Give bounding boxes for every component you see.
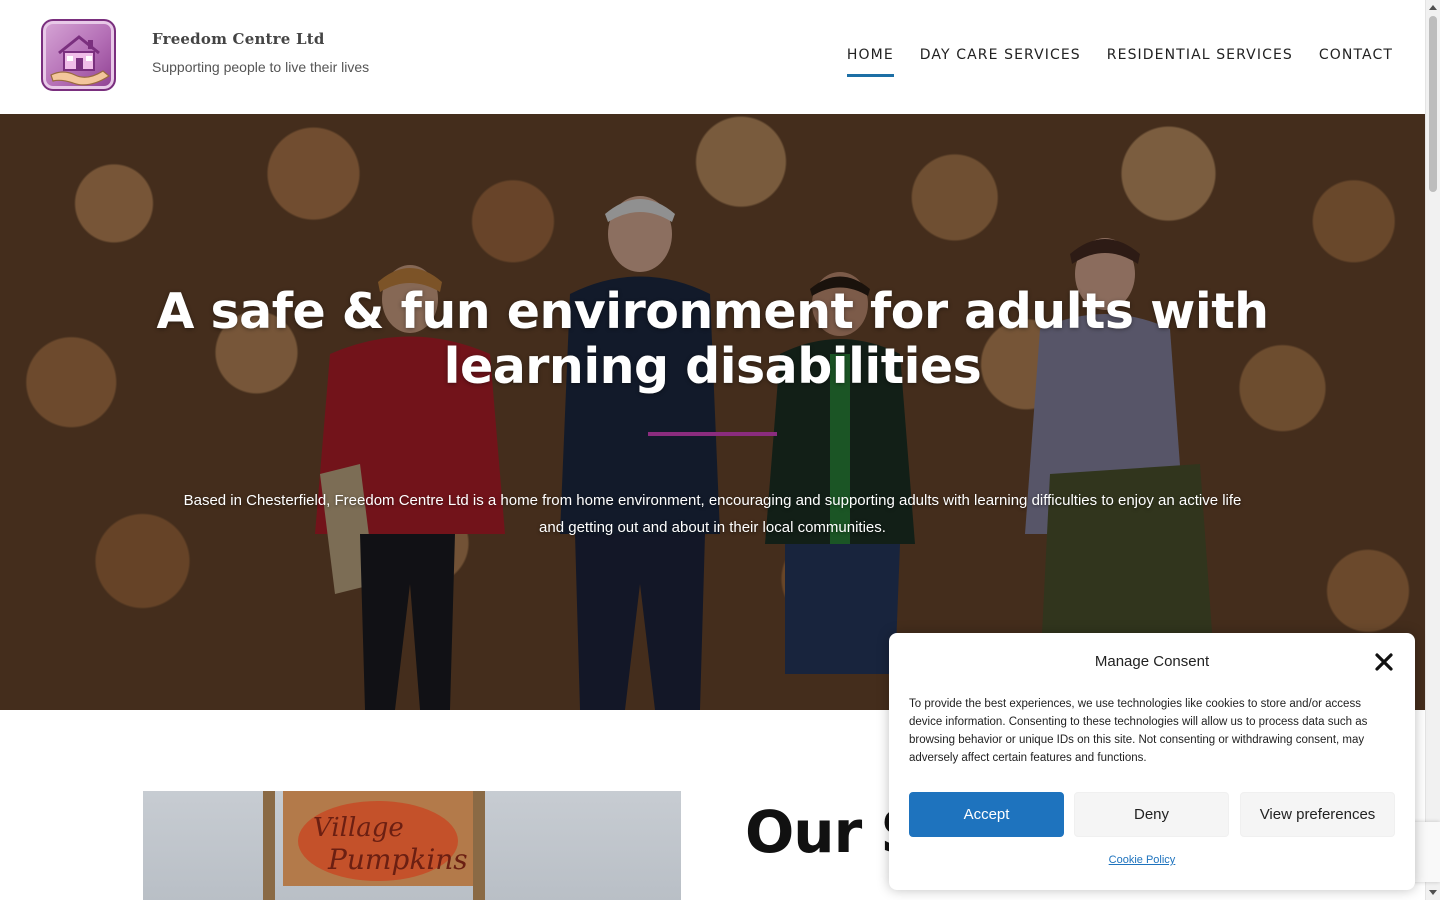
hero-divider (648, 432, 777, 436)
hero-section: A safe & fun environment for adults with… (0, 114, 1425, 710)
hero-description: Based in Chesterfield, Freedom Centre Lt… (183, 492, 1242, 536)
svg-text:Pumpkins: Pumpkins (327, 843, 468, 876)
nav-day-care-services[interactable]: DAY CARE SERVICES (920, 47, 1081, 77)
nav-residential-services[interactable]: RESIDENTIAL SERVICES (1107, 47, 1293, 77)
nav-home[interactable]: HOME (846, 47, 894, 77)
services-image: Village Pumpkins (143, 791, 681, 900)
logo[interactable] (41, 19, 116, 91)
nav-contact[interactable]: CONTACT (1319, 47, 1393, 77)
view-preferences-button[interactable]: View preferences (1240, 792, 1395, 837)
page-scrollbar[interactable] (1425, 0, 1440, 900)
consent-text: To provide the best experiences, we use … (909, 698, 1368, 764)
brand-tagline: Supporting people to live their lives (152, 59, 370, 75)
close-icon[interactable] (1373, 651, 1395, 673)
scroll-up-arrow-icon[interactable] (1429, 5, 1437, 10)
hero-title: A safe & fun environment for adults with… (156, 283, 1269, 395)
site-header: Freedom Centre Ltd Supporting people to … (0, 0, 1425, 114)
deny-button[interactable]: Deny (1074, 792, 1229, 837)
consent-dialog: Manage Consent To provide the best exper… (889, 633, 1415, 890)
scroll-thumb[interactable] (1429, 16, 1437, 192)
accept-button[interactable]: Accept (909, 792, 1064, 837)
hero-overlay (0, 114, 1425, 710)
consent-title: Manage Consent (1094, 653, 1210, 670)
svg-text:Village: Village (313, 813, 404, 843)
house-in-hand-icon (50, 35, 111, 86)
brand-name[interactable]: Freedom Centre Ltd (152, 30, 325, 48)
cookie-policy-link[interactable]: Cookie Policy (889, 854, 1395, 866)
village-pumpkins-sign-image: Village Pumpkins (263, 791, 485, 900)
main-nav: HOME DAY CARE SERVICES RESIDENTIAL SERVI… (846, 47, 1393, 77)
scroll-down-arrow-icon[interactable] (1429, 890, 1437, 895)
